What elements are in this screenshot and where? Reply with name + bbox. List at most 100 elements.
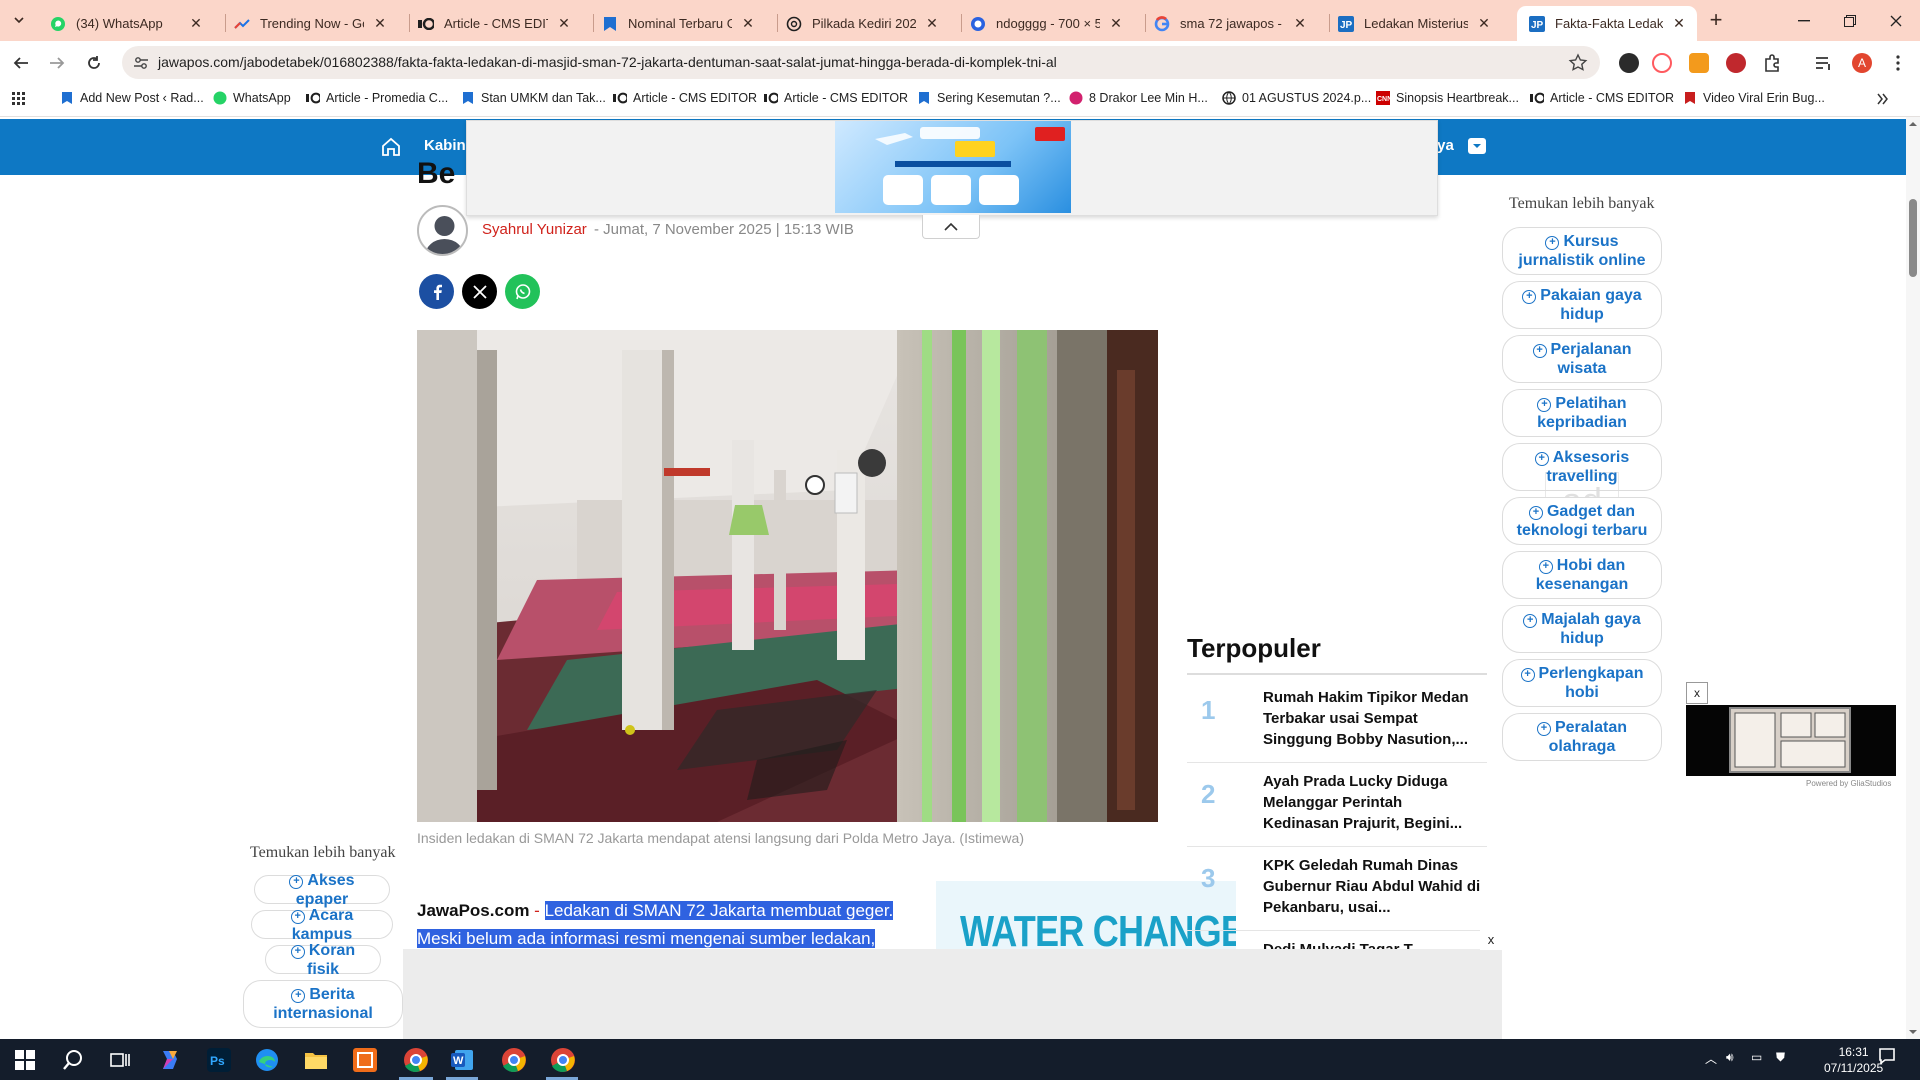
extension-dark-icon[interactable] [1619, 53, 1639, 73]
page-scrollbar[interactable] [1906, 117, 1920, 1039]
floating-video-ad[interactable] [1686, 705, 1896, 776]
close-icon[interactable]: ✕ [740, 15, 756, 32]
taskbar-chrome-profile-1[interactable] [401, 1045, 431, 1075]
discover-right-item-5[interactable]: + Aksesoris travelling [1502, 443, 1662, 491]
discover-left-item-4[interactable]: + Berita internasional [243, 980, 403, 1028]
taskbar-chrome-profile-3[interactable] [548, 1045, 578, 1075]
new-tab-button[interactable]: + [1705, 9, 1727, 32]
discover-right-item-8[interactable]: + Majalah gaya hidup [1502, 605, 1662, 653]
share-facebook-button[interactable] [419, 274, 454, 309]
bookmark-drakor[interactable]: 8 Drakor Lee Min H... [1069, 91, 1208, 105]
bookmark-sinopsis[interactable]: CNN Sinopsis Heartbreak... [1376, 91, 1519, 105]
author-name-link[interactable]: Syahrul Yunizar [482, 221, 587, 238]
tab-nominal-gaji[interactable]: Nominal Terbaru Gaji ✕ [590, 6, 766, 41]
discover-right-item-9[interactable]: + Perlengkapan hobi [1502, 659, 1662, 707]
close-icon[interactable]: ✕ [924, 15, 940, 32]
tab-trending[interactable]: Trending Now - Goog ✕ [222, 6, 398, 41]
bookmark-add-new-post[interactable]: Add New Post ‹ Rad... [60, 91, 204, 105]
headline-link[interactable]: KPK Geledah Rumah Dinas Gubernur Riau Ab… [1263, 855, 1481, 918]
discover-left-item-2[interactable]: + Acara kampus [251, 907, 393, 943]
media-control-icon[interactable] [1814, 53, 1834, 73]
close-window-button[interactable] [1873, 0, 1919, 41]
share-whatsapp-button[interactable] [505, 274, 540, 309]
caret-down-icon[interactable] [1468, 138, 1486, 154]
lead-highlight-line-1[interactable]: Ledakan di SMAN 72 Jakarta membuat geger… [544, 901, 894, 920]
taskbar-edge[interactable] [252, 1045, 282, 1075]
close-icon[interactable]: ✕ [1292, 15, 1308, 32]
discover-left-item-3[interactable]: + Koran fisik [265, 942, 381, 978]
share-x-button[interactable] [462, 274, 497, 309]
kebab-menu-icon[interactable] [1888, 53, 1908, 73]
headline-link[interactable]: Ayah Prada Lucky Diduga Melanggar Perint… [1263, 771, 1481, 834]
bottom-ad-close-button[interactable]: x [1480, 930, 1502, 950]
discover-right-item-3[interactable]: + Perjalanan wisata [1502, 335, 1662, 383]
tab-pilkada-kediri[interactable]: Pilkada Kediri 2029 D ✕ [774, 6, 950, 41]
bookmark-agustus[interactable]: 01 AGUSTUS 2024.p... [1222, 91, 1371, 105]
profile-avatar[interactable]: A [1852, 53, 1872, 73]
notification-icon[interactable] [1878, 1047, 1896, 1068]
more-bookmarks-chevron-icon[interactable] [1875, 92, 1889, 106]
ad-collapse-button[interactable] [922, 215, 980, 239]
taskbar-copilot[interactable] [155, 1045, 185, 1075]
close-icon[interactable]: ✕ [1108, 15, 1124, 32]
lead-highlight-line-2[interactable]: Meski belum ada informasi resmi mengenai… [417, 929, 876, 948]
discover-right-item-6[interactable]: + Gadget dan teknologi terbaru [1502, 497, 1662, 545]
bookmark-cms-editor-1[interactable]: Article - CMS EDITOR [613, 91, 757, 105]
discover-right-item-7[interactable]: + Hobi dan kesenangan [1502, 551, 1662, 599]
scroll-down-arrow-icon[interactable] [1906, 1027, 1920, 1037]
apps-grid-icon[interactable] [12, 92, 26, 106]
tab-ledakan-misterius[interactable]: JP Ledakan Misterius di ✕ [1326, 6, 1502, 41]
headline-link[interactable]: Rumah Hakim Tipikor Medan Terbakar usai … [1263, 687, 1481, 750]
tab-fakta-fakta-active[interactable]: JP Fakta-Fakta Ledakan ✕ [1517, 6, 1697, 41]
extension-red-icon[interactable] [1726, 53, 1746, 73]
bookmark-sering-kesemutan[interactable]: Sering Kesemutan ?... [917, 91, 1061, 105]
nav-item-kabinet[interactable]: Kabin [424, 137, 466, 154]
minimize-button[interactable] [1781, 0, 1827, 41]
bookmark-stan-umkm[interactable]: Stan UMKM dan Tak... [461, 91, 606, 105]
bookmark-promedia[interactable]: Article - Promedia C... [306, 91, 448, 105]
taskbar-photoshop[interactable]: Ps [204, 1045, 234, 1075]
taskbar-chrome-profile-2[interactable] [499, 1045, 529, 1075]
close-icon[interactable]: ✕ [372, 15, 388, 32]
close-icon[interactable]: ✕ [188, 15, 204, 32]
bottom-sticky-ad[interactable] [403, 949, 1502, 1039]
taskbar-app-orange[interactable] [350, 1045, 380, 1075]
tray-overflow-chevron-icon[interactable]: ︿ [1705, 1050, 1717, 1067]
forward-button[interactable] [44, 50, 70, 76]
author-avatar[interactable] [417, 205, 468, 256]
start-button[interactable] [10, 1045, 40, 1075]
taskbar-file-explorer[interactable] [301, 1045, 331, 1075]
tab-whatsapp[interactable]: (34) WhatsApp ✕ [38, 6, 214, 41]
tab-ndogggg[interactable]: ndogggg - 700 × 500 ✕ [958, 6, 1134, 41]
taskbar-search-button[interactable] [58, 1045, 88, 1075]
close-icon[interactable]: ✕ [556, 15, 572, 32]
discover-left-item-1[interactable]: + Akses epaper [254, 872, 390, 908]
discover-right-item-1[interactable]: + Kursus jurnalistik online [1502, 227, 1662, 275]
traveloka-ad-banner[interactable] [835, 121, 1071, 213]
extension-amazon-icon[interactable] [1689, 53, 1709, 73]
restore-button[interactable] [1827, 0, 1873, 41]
scroll-thumb[interactable] [1909, 199, 1917, 277]
discover-right-item-2[interactable]: + Pakaian gaya hidup [1502, 281, 1662, 329]
extension-instagram-icon[interactable] [1652, 53, 1672, 73]
discover-right-item-4[interactable]: + Pelatihan kepribadian [1502, 389, 1662, 437]
scroll-up-arrow-icon[interactable] [1906, 119, 1920, 129]
video-ad-close-button[interactable]: x [1686, 682, 1708, 704]
bookmark-cms-editor-3[interactable]: Article - CMS EDITOR [1530, 91, 1674, 105]
close-icon[interactable]: ✕ [1476, 15, 1492, 32]
star-icon[interactable] [1568, 53, 1588, 73]
close-icon[interactable]: ✕ [1671, 15, 1687, 32]
terpopuler-item-3[interactable]: 3 KPK Geledah Rumah Dinas Gubernur Riau … [1187, 847, 1487, 931]
terpopuler-item-2[interactable]: 2 Ayah Prada Lucky Diduga Melanggar Peri… [1187, 763, 1487, 847]
taskbar-word[interactable]: W [448, 1045, 478, 1075]
url-text[interactable]: jawapos.com/jabodetabek/016802388/fakta-… [158, 54, 1057, 70]
site-info-icon[interactable] [132, 54, 150, 72]
network-icon[interactable]: ▭ [1751, 1050, 1762, 1064]
tab-search-button[interactable] [8, 9, 30, 31]
task-view-button[interactable] [105, 1045, 135, 1075]
home-icon[interactable] [380, 136, 402, 158]
reload-button[interactable] [81, 50, 107, 76]
tab-google-search[interactable]: sma 72 jawapos - Goo ✕ [1142, 6, 1318, 41]
bookmark-video-viral[interactable]: Video Viral Erin Bug... [1683, 91, 1825, 105]
taskbar-clock[interactable]: 16:31 07/11/2025 [1824, 1044, 1883, 1076]
